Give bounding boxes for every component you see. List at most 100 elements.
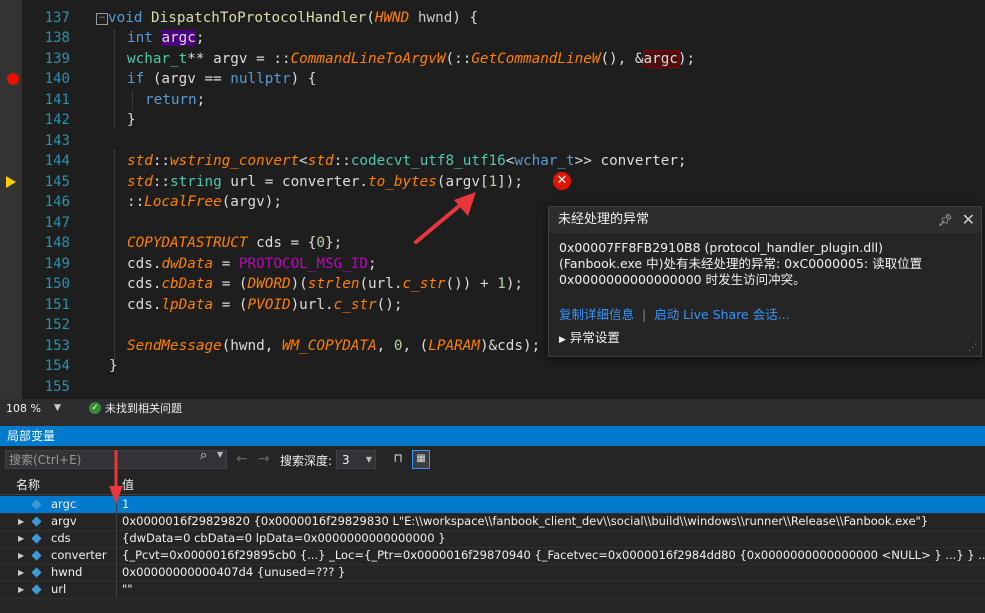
exception-message-line: (Fanbook.exe 中)处有未经处理的异常: 0xC0000005: 读取…	[559, 256, 923, 271]
breakpoint-icon[interactable]	[7, 73, 19, 85]
indent-guide	[132, 92, 133, 110]
collapse-toggle[interactable]: −	[96, 13, 108, 25]
pin-icon[interactable]: 📌︎	[938, 207, 953, 233]
exception-settings-toggle[interactable]: ▶ 异常设置	[559, 327, 620, 346]
line-number: 150	[44, 276, 70, 292]
table-row[interactable]: ▶ url ""	[0, 581, 985, 599]
expand-icon[interactable]: ▶	[18, 547, 24, 564]
exception-popup: 未经处理的异常 📌︎ ✕ 0x00007FF8FB2910B8 (protoco…	[548, 206, 982, 357]
code-line: return;	[145, 92, 206, 108]
table-row[interactable]: ▶ hwnd 0x00000000000407d4 {unused=??? }	[0, 564, 985, 582]
code-line: cds.dwData = PROTOCOL_MSG_ID;	[127, 256, 377, 272]
annotation-arrow	[109, 450, 123, 504]
table-row[interactable]: ▶ converter {_Pcvt=0x0000016f29895cb0 {.…	[0, 547, 985, 565]
table-row[interactable]: argc 1	[0, 496, 985, 514]
variable-name: argv	[51, 514, 77, 528]
search-depth-value: 3	[342, 453, 350, 467]
locals-toolbar: 搜索(Ctrl+E) ⌕ ▼ ← → 搜索深度: 3 ▼ ⊓ ▦	[0, 448, 985, 472]
variable-value[interactable]: {dwData=0 cbData=0 lpData=0x000000000000…	[122, 530, 446, 547]
line-number: 138	[44, 30, 70, 46]
code-line: SendMessage(hwnd, WM_COPYDATA, 0, (LPARA…	[127, 338, 541, 354]
annotation-arrow	[414, 192, 476, 244]
variable-value[interactable]: 0x0000016f29829820 {0x0000016f29829830 L…	[122, 513, 928, 530]
close-icon[interactable]: ✕	[962, 207, 975, 233]
code-line: void DispatchToProtocolHandler(HWND hwnd…	[108, 10, 479, 26]
chevron-down-icon[interactable]: ▼	[217, 450, 223, 459]
search-icon[interactable]: ⌕	[200, 448, 207, 463]
code-line: std::wstring_convert<std::codecvt_utf8_u…	[127, 153, 687, 169]
instruction-pointer-icon	[6, 176, 16, 188]
variable-icon	[31, 567, 42, 578]
search-depth-select[interactable]: 3 ▼	[336, 450, 376, 469]
column-header-name[interactable]: 名称	[16, 476, 40, 494]
code-line: }	[109, 358, 118, 374]
exception-message-line: 0x00007FF8FB2910B8 (protocol_handler_plu…	[559, 240, 884, 255]
expand-icon: ▶	[559, 335, 566, 345]
line-number: 148	[44, 235, 70, 251]
line-number: 146	[44, 194, 70, 210]
line-number: 140	[44, 71, 70, 87]
line-number: 142	[44, 112, 70, 128]
variable-name: converter	[51, 548, 107, 562]
line-number: 155	[44, 379, 70, 395]
table-row[interactable]: ▶ cds {dwData=0 cbData=0 lpData=0x000000…	[0, 530, 985, 548]
issues-status[interactable]: 未找到相关问题	[105, 399, 182, 418]
breakpoint-gutter[interactable]	[0, 0, 22, 399]
line-number: 145	[44, 174, 70, 190]
code-line: int argc;	[127, 30, 205, 46]
line-number: 144	[44, 153, 70, 169]
splitter[interactable]	[0, 418, 985, 426]
expand-icon[interactable]: ▶	[18, 581, 24, 598]
line-number: 154	[44, 358, 70, 374]
code-line: if (argv == nullptr) {	[127, 71, 317, 87]
zoom-level[interactable]: 108 %	[6, 399, 41, 418]
line-number: 147	[44, 215, 70, 231]
exception-message: 0x00007FF8FB2910B8 (protocol_handler_plu…	[549, 233, 981, 288]
grid-header: 名称 值	[0, 476, 985, 495]
line-number: 137	[44, 10, 70, 26]
pin-source-icon[interactable]: ⊓	[390, 451, 406, 467]
variable-name: hwnd	[51, 565, 83, 579]
search-placeholder: 搜索(Ctrl+E)	[9, 453, 82, 467]
line-number: 141	[44, 92, 70, 108]
variable-icon	[31, 499, 42, 510]
variable-value[interactable]: {_Pcvt=0x0000016f29895cb0 {...} _Loc={_P…	[122, 547, 985, 564]
code-line: cds.cbData = (DWORD)(strlen(url.c_str())…	[127, 276, 524, 292]
variable-icon	[31, 550, 42, 561]
exception-links: 复制详细信息 | 启动 Live Share 会话...	[559, 304, 790, 323]
code-line: }	[127, 112, 136, 128]
expand-icon[interactable]: ▶	[18, 530, 24, 547]
link-separator: |	[642, 307, 647, 322]
variable-value[interactable]: 0x00000000000407d4 {unused=??? }	[122, 564, 345, 581]
line-number: 152	[44, 317, 70, 333]
variable-value[interactable]: ""	[122, 581, 133, 598]
code-line: cds.lpData = (PVOID)url.c_str();	[127, 297, 403, 313]
variable-icon	[31, 533, 42, 544]
back-arrow-icon[interactable]: ←	[236, 451, 248, 467]
expand-icon[interactable]: ▶	[18, 564, 24, 581]
chevron-down-icon[interactable]: ▼	[54, 399, 61, 418]
editor-statusbar: 108 % ▼ ✓ 未找到相关问题	[0, 399, 985, 418]
line-number: 139	[44, 51, 70, 67]
exception-message-line: 0x0000000000000000 时发生访问冲突。	[559, 272, 806, 287]
exception-popup-title: 未经处理的异常	[558, 212, 650, 227]
variable-name: argc	[51, 497, 77, 511]
forward-arrow-icon[interactable]: →	[258, 451, 270, 467]
exception-popup-header: 未经处理的异常 📌︎ ✕	[549, 207, 981, 233]
indent-guide	[114, 150, 115, 360]
line-number: 151	[44, 297, 70, 313]
expand-icon[interactable]: ▶	[18, 513, 24, 530]
exception-settings-label: 异常设置	[569, 330, 620, 345]
code-editor[interactable]: 137 138 139 140 141 142 143 144 145 146 …	[0, 0, 985, 399]
copy-details-link[interactable]: 复制详细信息	[559, 307, 634, 322]
variable-icon	[31, 516, 42, 527]
live-share-link[interactable]: 启动 Live Share 会话...	[654, 307, 789, 322]
exception-icon: ✕	[553, 172, 571, 190]
line-number: 153	[44, 338, 70, 354]
resize-grip-icon[interactable]: ⋰	[968, 343, 977, 353]
view-toggle-icon[interactable]: ▦	[412, 450, 430, 469]
variable-icon	[31, 584, 42, 595]
check-icon: ✓	[89, 402, 101, 414]
table-row[interactable]: ▶ argv 0x0000016f29829820 {0x0000016f298…	[0, 513, 985, 531]
locals-panel-title: 局部变量	[0, 426, 985, 446]
